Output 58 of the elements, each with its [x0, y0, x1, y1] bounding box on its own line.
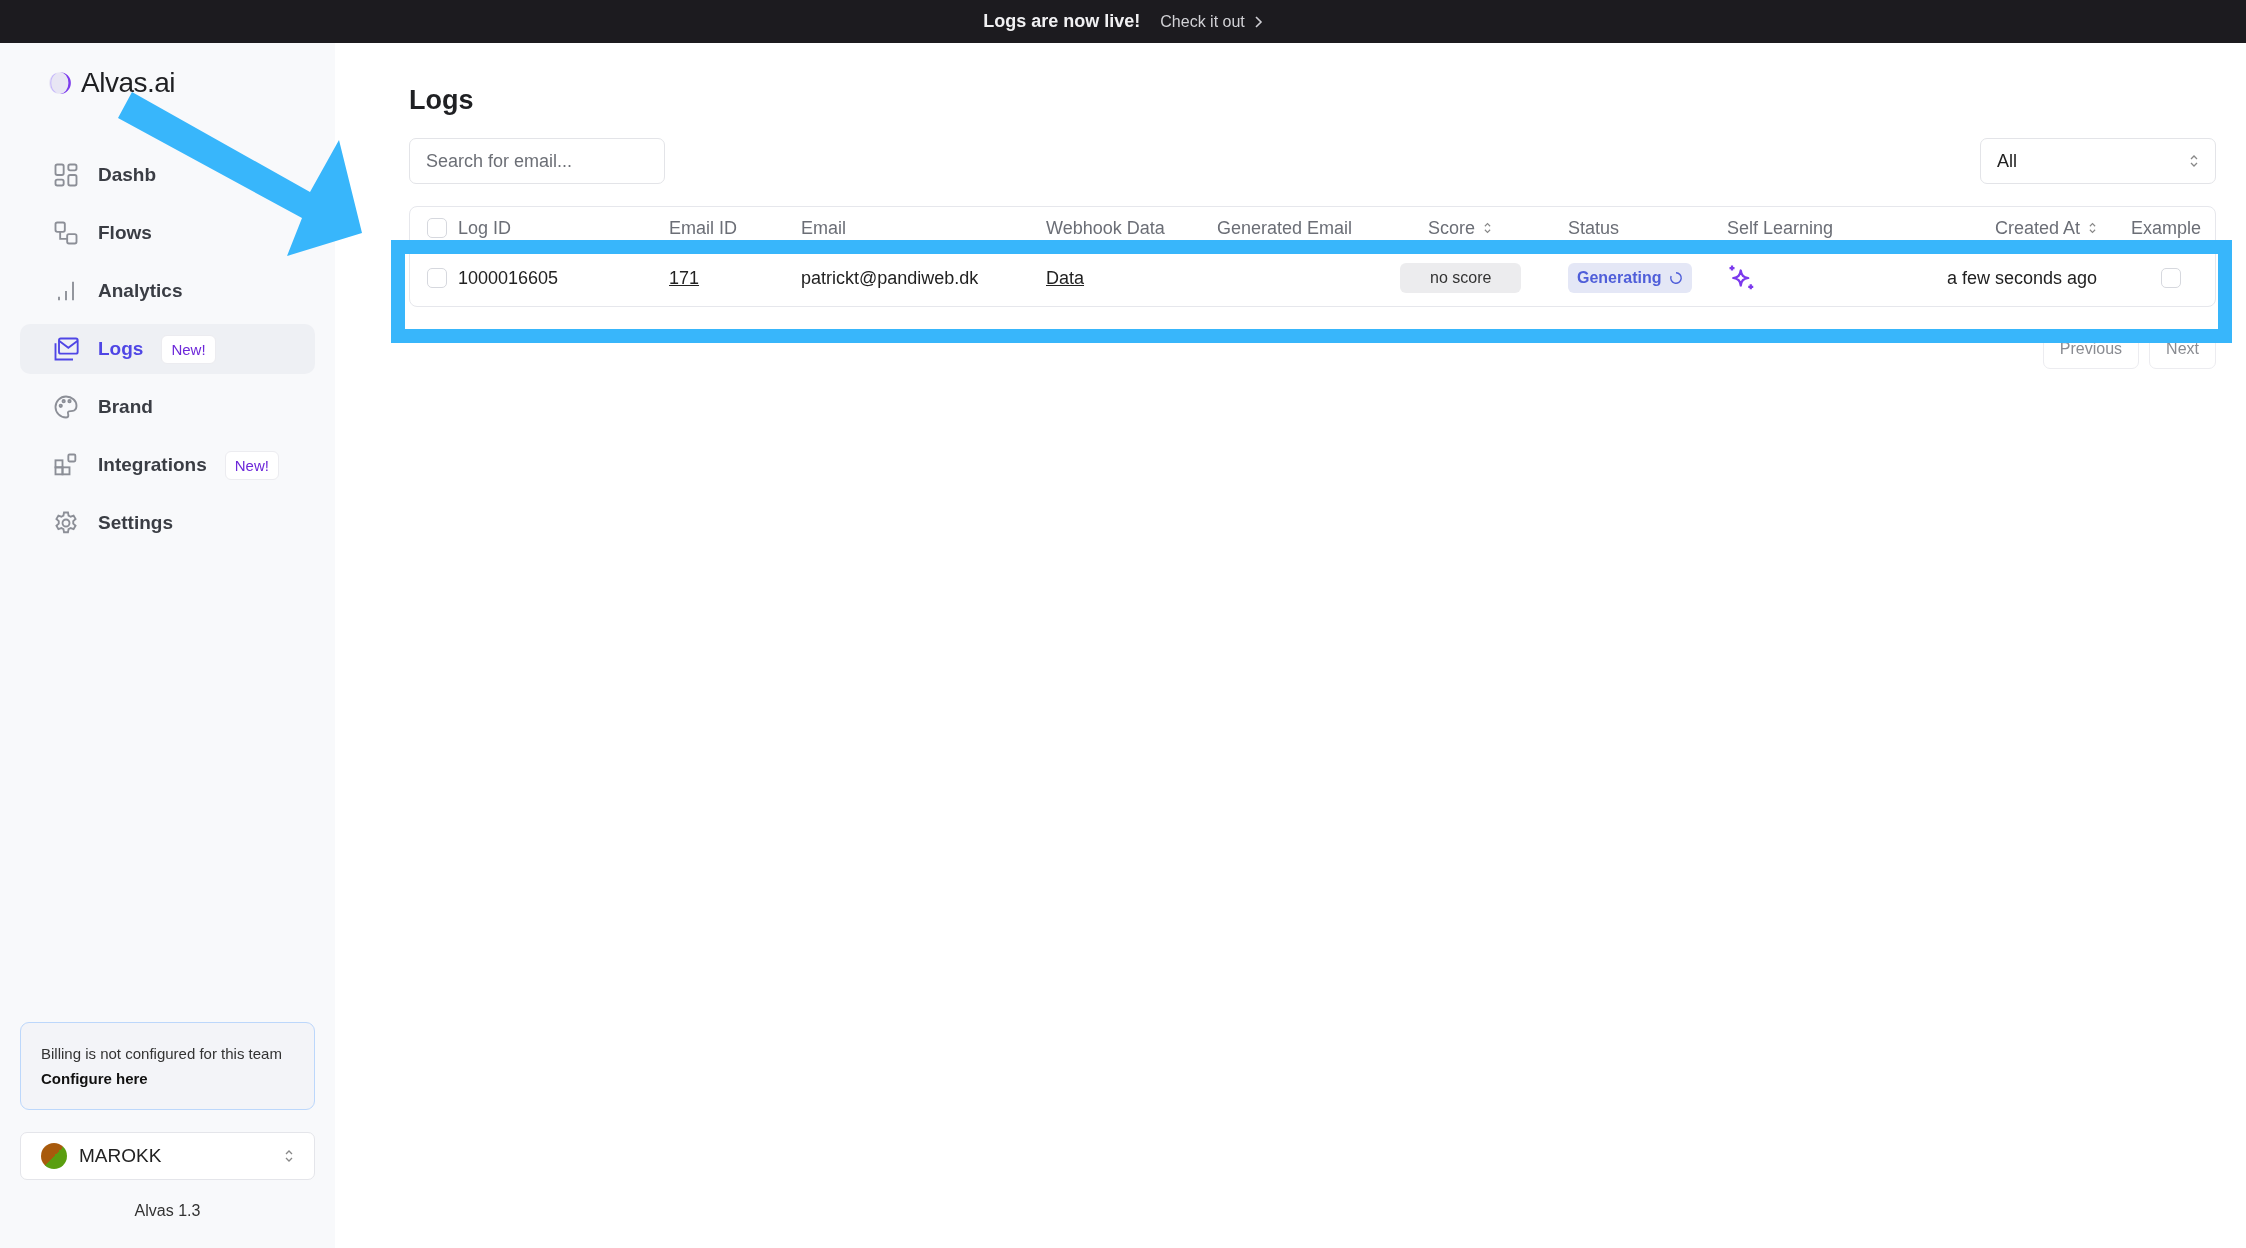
- filter-dropdown[interactable]: All: [1980, 138, 2216, 184]
- team-avatar-icon: [41, 1143, 67, 1169]
- nav-label: Integrations: [98, 454, 207, 476]
- nav-item[interactable]: Analytics: [20, 266, 191, 316]
- table-cell: a few seconds ago: [1946, 267, 2097, 289]
- column-header: Email ID: [669, 217, 737, 239]
- nav-label: Settings: [98, 512, 173, 534]
- new-badge: New!: [224, 450, 279, 480]
- nav-item[interactable]: Dashb: [20, 150, 165, 200]
- column-header: Email: [801, 217, 846, 239]
- table-cell: patrickt@pandiweb.dk: [801, 267, 979, 289]
- team-selector[interactable]: MAROKK: [20, 1132, 315, 1180]
- nav-item[interactable]: Flows: [20, 208, 160, 258]
- column-header: Status: [1568, 217, 1620, 239]
- nav-label: Dashb: [98, 164, 157, 186]
- up-down-icon: [2189, 153, 2199, 169]
- grid-icon: [52, 161, 80, 189]
- nav-label: Flows: [98, 222, 152, 244]
- nav-item[interactable]: Brand: [20, 382, 161, 432]
- mail-stack-icon: [52, 335, 80, 363]
- nav-label: Analytics: [98, 280, 183, 302]
- checkbox[interactable]: [427, 218, 447, 238]
- announcement-text: Logs are now live!: [983, 11, 1141, 32]
- chevron-right-icon: [1252, 14, 1263, 29]
- checkbox[interactable]: [427, 268, 447, 288]
- connected-squares-icon: [52, 219, 80, 247]
- billing-message: Billing is not configured for this team: [41, 1044, 283, 1064]
- new-badge: New!: [161, 334, 216, 364]
- score-badge: no score: [1400, 263, 1522, 293]
- version-text: Alvas 1.3: [133, 1202, 202, 1220]
- column-header[interactable]: Created At: [1994, 217, 2097, 239]
- column-header: Example: [2131, 217, 2202, 239]
- spinner-icon: [1669, 271, 1684, 285]
- webhook-data-link[interactable]: Data: [1046, 267, 1085, 289]
- palette-icon: [52, 393, 80, 421]
- configure-link[interactable]: Configure here: [41, 1068, 294, 1089]
- status-badge: Generating: [1568, 263, 1693, 293]
- nav-item[interactable]: Settings: [20, 498, 181, 548]
- nav-label: Brand: [98, 396, 153, 418]
- check-it-out-link[interactable]: Check it out: [1160, 12, 1245, 31]
- up-down-icon: [284, 1148, 294, 1164]
- logo-icon: [47, 70, 73, 96]
- sort-icon: [1483, 221, 1493, 235]
- table-cell: 1000016605: [458, 267, 559, 289]
- checkbox[interactable]: [2161, 268, 2181, 288]
- email-id-link[interactable]: 171: [669, 267, 700, 289]
- search-field[interactable]: Search for email...: [409, 138, 665, 184]
- column-header[interactable]: Score: [1428, 217, 1493, 239]
- column-header: Webhook Data: [1046, 217, 1165, 239]
- logo-text: Alvas.ai: [81, 67, 176, 99]
- column-header: Log ID: [458, 217, 512, 239]
- nav-label: Logs: [98, 338, 144, 360]
- nav-item[interactable]: Logs New!: [20, 324, 315, 374]
- page-title: Logs: [409, 85, 475, 116]
- sort-icon: [2088, 221, 2097, 235]
- column-header: Self Learning: [1727, 217, 1834, 239]
- nav-item[interactable]: Integrations New!: [20, 440, 287, 490]
- column-header: Generated Email: [1217, 217, 1353, 239]
